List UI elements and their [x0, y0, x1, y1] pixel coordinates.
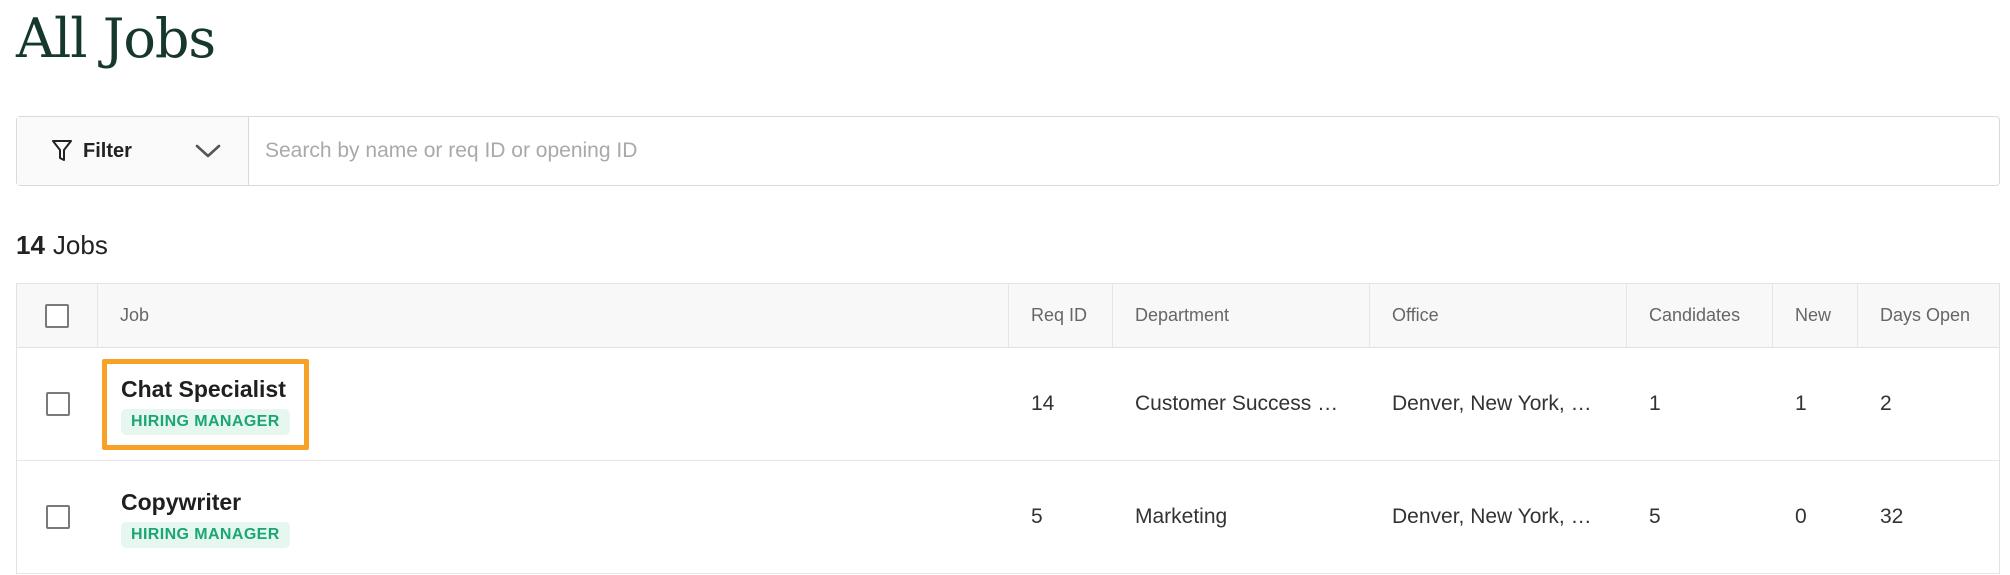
days-open-cell: 2: [1880, 392, 1892, 415]
column-header-job[interactable]: Job: [98, 284, 1009, 347]
req-id-cell: 14: [1031, 392, 1055, 415]
row-select-cell: [17, 461, 98, 573]
column-header-office[interactable]: Office: [1370, 284, 1627, 347]
job-title-container: Copywriter HIRING MANAGER: [102, 472, 309, 563]
jobs-table: Job Req ID Department Office Candidates …: [16, 283, 2000, 574]
funnel-icon: [52, 140, 72, 161]
req-id-cell: 5: [1031, 505, 1043, 528]
role-badge: HIRING MANAGER: [121, 521, 290, 548]
job-title-highlight: Chat Specialist HIRING MANAGER: [102, 358, 309, 450]
search-bar: Filter: [16, 116, 2000, 186]
office-text: Denver, New York, S...: [1392, 505, 1602, 528]
header-select-all: [17, 284, 98, 347]
select-all-checkbox[interactable]: [45, 303, 69, 328]
job-cell: Chat Specialist HIRING MANAGER: [98, 348, 1009, 460]
office-cell: Denver, New York, S...: [1370, 461, 1627, 573]
row-checkbox[interactable]: [45, 392, 70, 416]
table-row[interactable]: Copywriter HIRING MANAGER 5 Marketing De…: [17, 461, 1999, 574]
candidates-cell[interactable]: 5: [1627, 461, 1773, 573]
office-cell: Denver, New York, S...: [1370, 348, 1627, 460]
role-badge: HIRING MANAGER: [121, 408, 290, 435]
table-row[interactable]: Chat Specialist HIRING MANAGER 14 Custom…: [17, 348, 1999, 461]
search-input[interactable]: [249, 117, 1999, 185]
job-count-label: Jobs: [52, 230, 108, 260]
column-header-days-open[interactable]: Days Open: [1858, 284, 1999, 347]
department-cell: Marketing: [1113, 461, 1370, 573]
column-header-new[interactable]: New: [1773, 284, 1858, 347]
job-title-link[interactable]: Chat Specialist: [121, 376, 286, 403]
job-cell: Copywriter HIRING MANAGER: [98, 461, 1009, 573]
table-header: Job Req ID Department Office Candidates …: [17, 284, 1999, 348]
office-text: Denver, New York, S...: [1392, 392, 1602, 415]
candidates-cell[interactable]: 1: [1627, 348, 1773, 460]
filter-button[interactable]: Filter: [17, 117, 249, 185]
job-count-number: 14: [16, 230, 45, 260]
column-header-req-id[interactable]: Req ID: [1009, 284, 1113, 347]
chevron-down-icon[interactable]: [194, 142, 222, 160]
department-cell: Customer Success a...: [1113, 348, 1370, 460]
job-title-link[interactable]: Copywriter: [121, 489, 241, 516]
days-open-cell: 32: [1880, 505, 1904, 528]
department-text: Customer Success a...: [1135, 392, 1345, 415]
row-checkbox[interactable]: [45, 505, 70, 529]
department-text: Marketing: [1135, 505, 1228, 528]
page-title: All Jobs: [16, 7, 216, 70]
filter-label: Filter: [83, 139, 132, 162]
job-count: 14 Jobs: [16, 230, 108, 261]
new-cell[interactable]: 1: [1773, 348, 1858, 460]
column-header-candidates[interactable]: Candidates: [1627, 284, 1773, 347]
row-select-cell: [17, 348, 98, 460]
column-header-department[interactable]: Department: [1113, 284, 1370, 347]
new-cell[interactable]: 0: [1773, 461, 1858, 573]
